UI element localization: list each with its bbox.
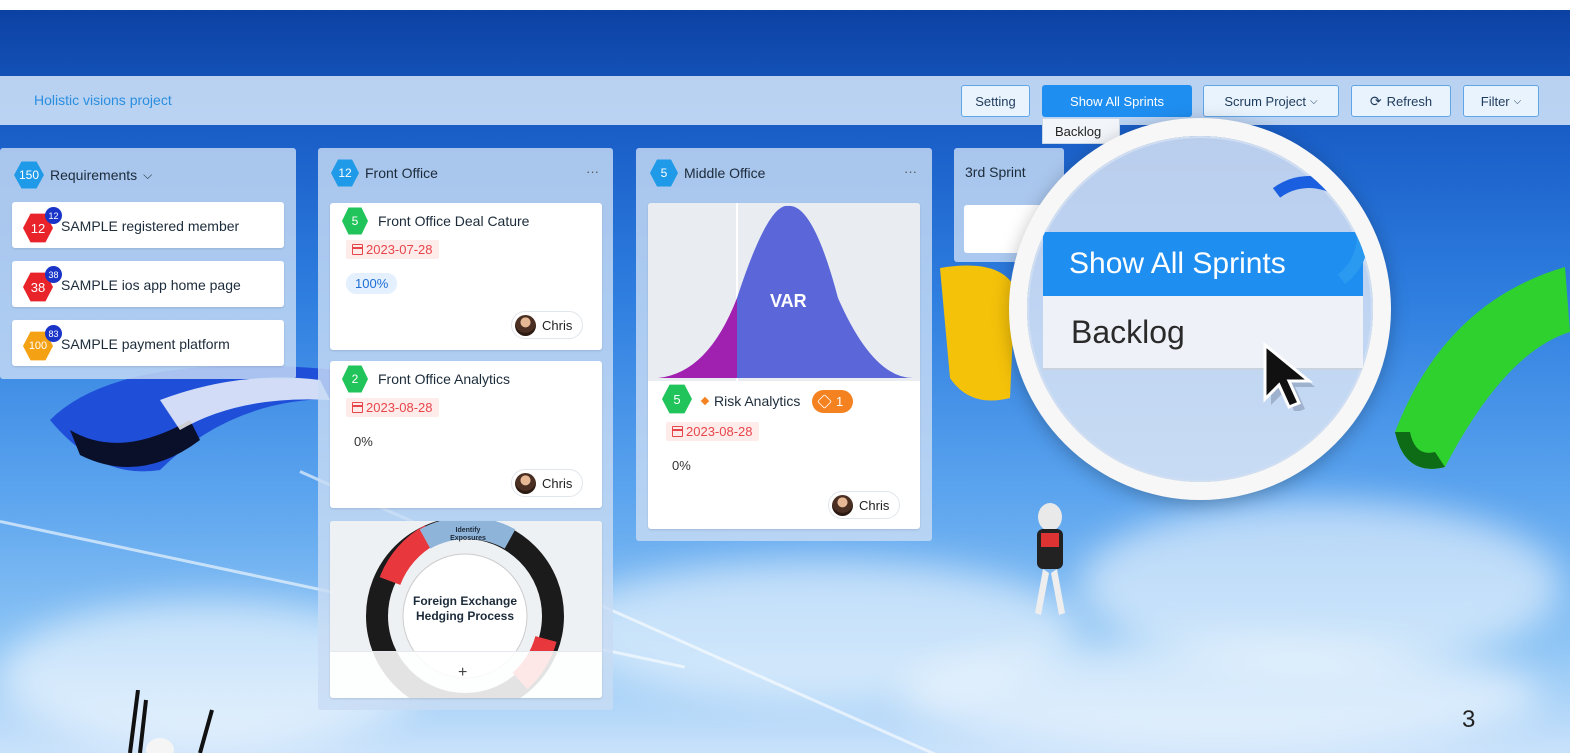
yellow-parachute-canopy bbox=[940, 265, 1015, 401]
requirement-mini-badge: 12 bbox=[45, 207, 62, 224]
priority-diamond-icon bbox=[700, 396, 710, 406]
setting-button[interactable]: Setting bbox=[961, 85, 1030, 117]
front-office-title: Front Office bbox=[365, 165, 438, 181]
requirement-mini-badge: 38 bbox=[45, 266, 62, 283]
due-date-tag: 2023-08-28 bbox=[666, 422, 759, 441]
front-office-header[interactable]: 12 Front Office bbox=[331, 158, 438, 188]
add-card-button[interactable]: + bbox=[458, 664, 467, 682]
due-date: 2023-08-28 bbox=[366, 400, 433, 415]
requirement-item[interactable]: 38 38 SAMPLE ios app home page bbox=[12, 261, 284, 307]
more-options-icon[interactable]: ··· bbox=[586, 164, 599, 179]
progress-text: 0% bbox=[354, 434, 373, 449]
due-date-tag: 2023-07-28 bbox=[346, 240, 439, 259]
chevron-down-icon: ⌵ bbox=[1310, 95, 1318, 107]
requirement-mini-badge: 83 bbox=[45, 325, 62, 342]
calendar-icon bbox=[672, 426, 683, 437]
assignee-chip[interactable]: Chris bbox=[511, 469, 584, 497]
requirement-item[interactable]: 12 12 SAMPLE registered member bbox=[12, 202, 284, 248]
front-office-column: 12 Front Office ··· 5 Front Office Deal … bbox=[318, 148, 613, 710]
requirements-header[interactable]: 150 Requirements ⌵ bbox=[14, 160, 152, 190]
requirement-label: SAMPLE registered member bbox=[61, 218, 240, 234]
requirement-label: SAMPLE ios app home page bbox=[61, 277, 241, 293]
top-white-strip bbox=[0, 0, 1570, 10]
requirements-count-badge: 150 bbox=[14, 161, 44, 189]
middle-office-header[interactable]: 5 Middle Office bbox=[650, 158, 765, 188]
scrum-project-label: Scrum Project bbox=[1224, 93, 1307, 109]
avatar bbox=[832, 494, 853, 516]
refresh-icon: ⟳ bbox=[1369, 92, 1382, 109]
diagram-title-line2: Hedging Process bbox=[415, 609, 515, 623]
due-date: 2023-07-28 bbox=[366, 242, 433, 257]
scrum-project-dropdown[interactable]: Scrum Project ⌵ bbox=[1203, 85, 1339, 117]
task-card[interactable]: 5 Front Office Deal Cature 2023-07-28 10… bbox=[330, 203, 602, 350]
task-title: Risk Analytics bbox=[714, 393, 801, 409]
avatar bbox=[515, 314, 536, 336]
more-options-icon[interactable]: ··· bbox=[904, 164, 917, 179]
project-title[interactable]: Holistic visions project bbox=[34, 92, 172, 108]
progress-tag: 100% bbox=[346, 273, 398, 294]
middle-office-count-badge: 5 bbox=[650, 159, 678, 187]
page-number: 3 bbox=[1462, 706, 1476, 733]
story-points-badge: 5 bbox=[342, 207, 368, 235]
due-date-tag: 2023-08-28 bbox=[346, 398, 439, 417]
assignee-name: Chris bbox=[542, 317, 573, 333]
chevron-down-icon: ⌵ bbox=[143, 167, 153, 182]
middle-office-column: 5 Middle Office ··· VAR 5 Risk Analytics… bbox=[636, 148, 932, 541]
task-card[interactable]: VAR 5 Risk Analytics 1 2023-08-28 0% Chr… bbox=[648, 203, 920, 529]
mouse-cursor-icon bbox=[1263, 341, 1315, 411]
refresh-button[interactable]: ⟳ Refresh bbox=[1351, 85, 1451, 117]
assignee-name: Chris bbox=[542, 475, 573, 491]
avatar bbox=[515, 472, 536, 494]
task-title: Front Office Analytics bbox=[378, 371, 511, 387]
green-parachute-canopy bbox=[1395, 267, 1570, 469]
front-office-count-badge: 12 bbox=[331, 159, 359, 187]
calendar-icon bbox=[352, 402, 363, 413]
skydiver bbox=[1035, 503, 1065, 615]
progress-text: 0% bbox=[672, 458, 691, 473]
requirement-label: SAMPLE payment platform bbox=[61, 336, 230, 352]
third-sprint-title[interactable]: 3rd Sprint bbox=[965, 164, 1026, 180]
task-title-wrap: Risk Analytics bbox=[700, 393, 801, 409]
story-points-badge: 2 bbox=[342, 365, 368, 393]
chevron-down-icon: ⌵ bbox=[1513, 95, 1522, 107]
story-points-badge: 5 bbox=[662, 384, 692, 414]
refresh-label: Refresh bbox=[1386, 93, 1433, 109]
bottom-parachute-lines bbox=[128, 690, 214, 753]
requirement-item[interactable]: 100 83 SAMPLE payment platform bbox=[12, 320, 284, 366]
assignee-name: Chris bbox=[859, 497, 890, 513]
magnifier-callout: Show All Sprints Backlog bbox=[1009, 118, 1391, 500]
cube-icon bbox=[817, 394, 832, 409]
show-all-sprints-button[interactable]: Show All Sprints bbox=[1042, 85, 1192, 117]
requirements-title: Requirements bbox=[50, 167, 138, 183]
magnified-view: Show All Sprints Backlog bbox=[1027, 136, 1373, 482]
image-task-card[interactable]: Identify Exposures Foreign Exchange Hedg… bbox=[330, 521, 602, 698]
subtask-count: 1 bbox=[836, 394, 844, 409]
subtask-count-tag[interactable]: 1 bbox=[812, 390, 854, 413]
calendar-icon bbox=[352, 244, 363, 255]
assignee-chip[interactable]: Chris bbox=[511, 311, 584, 339]
diagram-title-line1: Foreign Exchange bbox=[412, 594, 518, 608]
var-label: VAR bbox=[770, 291, 807, 311]
due-date: 2023-08-28 bbox=[686, 424, 753, 439]
cloud bbox=[900, 640, 1540, 750]
diagram-top-label: Identify Exposures bbox=[450, 527, 486, 542]
requirements-column: 150 Requirements ⌵ 12 12 SAMPLE register… bbox=[0, 148, 296, 379]
filter-dropdown[interactable]: Filter ⌵ bbox=[1463, 85, 1539, 117]
task-title: Front Office Deal Cature bbox=[378, 213, 530, 229]
middle-office-title: Middle Office bbox=[684, 165, 766, 181]
task-card[interactable]: 2 Front Office Analytics 2023-08-28 0% C… bbox=[330, 361, 602, 508]
assignee-chip[interactable]: Chris bbox=[828, 491, 901, 519]
filter-label: Filter bbox=[1480, 93, 1510, 109]
